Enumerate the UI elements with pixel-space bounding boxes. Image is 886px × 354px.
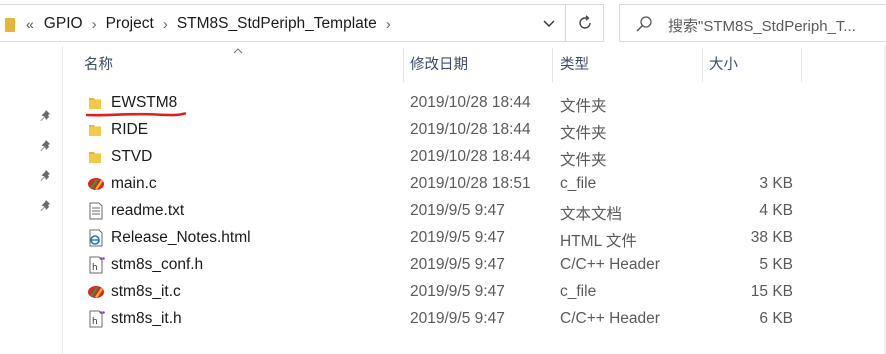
sort-ascending-icon [233,48,243,54]
pin-icon[interactable] [40,198,54,212]
column-divider[interactable] [801,48,802,82]
file-type: c_file [560,175,597,192]
file-date: 2019/10/28 18:44 [410,94,531,111]
crumb-gpio[interactable]: GPIO [44,15,83,33]
crumb-project[interactable]: Project [106,15,154,33]
search-icon [636,16,652,32]
file-row[interactable]: h stm8s_conf.h 2019/9/5 9:47 C/C++ Heade… [63,252,886,279]
file-type: C/C++ Header [560,310,660,327]
file-row[interactable]: RIDE 2019/10/28 18:44 文件夹 [63,117,886,144]
overflow-chevron[interactable]: « [26,16,34,32]
column-header-name[interactable]: 名称 [84,46,113,82]
file-size: 3 KB [759,175,793,192]
file-date: 2019/10/28 18:44 [410,148,531,165]
pin-icon[interactable] [40,108,54,122]
folder-icon [89,125,101,136]
file-name: RIDE [111,121,149,138]
file-type: 文件夹 [560,125,607,142]
file-date: 2019/9/5 9:47 [410,310,505,327]
column-header-type[interactable]: 类型 [560,46,589,82]
folder-icon [5,18,15,32]
crumb-template[interactable]: STM8S_StdPeriph_Template [177,15,377,33]
address-dropdown-button[interactable] [532,5,566,43]
header-file-icon: h [89,310,105,328]
file-date: 2019/10/28 18:51 [410,175,531,192]
file-type: HTML 文件 [560,233,637,250]
file-size: 6 KB [759,310,793,327]
header-file-icon: h [89,256,105,274]
file-type: 文本文档 [560,206,623,223]
file-row[interactable]: Release_Notes.html 2019/9/5 9:47 HTML 文件… [63,225,886,252]
file-date: 2019/9/5 9:47 [410,283,505,300]
file-row[interactable]: stm8s_it.c 2019/9/5 9:47 c_file 15 KB [63,279,886,306]
chevron-down-icon [543,20,555,27]
file-name: STVD [111,148,153,165]
pin-icon[interactable] [40,168,54,182]
file-size: 5 KB [759,256,793,273]
file-name: main.c [111,175,157,192]
column-divider[interactable] [702,48,703,82]
column-header-row: 名称 修改日期 类型 大小 [63,46,886,82]
column-divider[interactable] [403,48,404,82]
breadcrumb: « GPIO › Project › STM8S_StdPeriph_Templ… [26,5,400,43]
file-date: 2019/9/5 9:47 [410,202,505,219]
crumb-separator[interactable]: › [92,16,97,33]
refresh-button[interactable] [566,4,604,42]
svg-text:h: h [92,317,98,327]
html-file-icon [89,229,103,247]
file-date: 2019/10/28 18:44 [410,121,531,138]
file-name: stm8s_it.c [111,283,181,300]
file-row[interactable]: EWSTM8 2019/10/28 18:44 文件夹 [63,90,886,117]
file-name: stm8s_it.h [111,310,182,327]
file-date: 2019/9/5 9:47 [410,229,505,246]
file-name: readme.txt [111,202,185,219]
svg-text:h: h [92,263,98,273]
file-size: 4 KB [759,202,793,219]
file-size: 38 KB [750,229,793,246]
toolbar: « GPIO › Project › STM8S_StdPeriph_Templ… [0,0,886,46]
crumb-separator[interactable]: › [386,16,391,33]
crumb-separator[interactable]: › [163,16,168,33]
search-box[interactable]: 搜索"STM8S_StdPeriph_T... [619,4,886,42]
column-header-date[interactable]: 修改日期 [410,46,468,82]
column-header-size[interactable]: 大小 [709,46,738,82]
file-name: Release_Notes.html [111,229,251,246]
file-size: 15 KB [750,283,793,300]
file-type: 文件夹 [560,98,607,115]
search-input[interactable]: 搜索"STM8S_StdPeriph_T... [668,15,856,36]
folder-icon [89,152,101,163]
red-underline-annotation [86,112,186,117]
c-file-icon [88,286,104,298]
pin-icon[interactable] [40,138,54,152]
file-row[interactable]: readme.txt 2019/9/5 9:47 文本文档 4 KB [63,198,886,225]
file-type: C/C++ Header [560,256,660,273]
file-row[interactable]: STVD 2019/10/28 18:44 文件夹 [63,144,886,171]
file-type: 文件夹 [560,152,607,169]
address-bar[interactable]: « GPIO › Project › STM8S_StdPeriph_Templ… [0,4,566,42]
file-name: stm8s_conf.h [111,256,204,273]
c-file-icon [88,178,104,190]
refresh-icon [578,15,591,29]
navigation-pane [0,46,63,354]
file-row[interactable]: main.c 2019/10/28 18:51 c_file 3 KB [63,171,886,198]
file-date: 2019/9/5 9:47 [410,256,505,273]
text-file-icon [89,202,103,220]
file-row[interactable]: h stm8s_it.h 2019/9/5 9:47 C/C++ Header … [63,306,886,333]
column-divider[interactable] [552,48,553,82]
file-type: c_file [560,283,597,300]
